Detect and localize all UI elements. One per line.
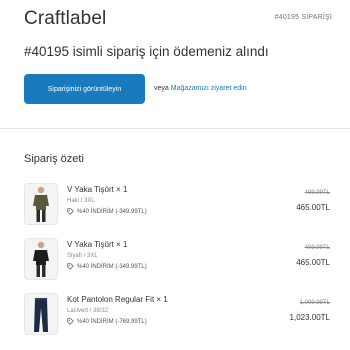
tag-icon [67,208,74,215]
view-order-button[interactable]: Siparişinizi görüntüleyin [24,74,145,104]
product-variant: Haki / 3XL [67,198,95,204]
final-price: 465.00TL [296,258,330,267]
original-price: 499.99TL [304,190,330,196]
discount-label: %40 İNDİRİM (-349.99TL) [77,263,147,270]
tag-icon [67,318,74,325]
tag-icon [67,263,74,270]
original-price: 1,099.99TL [299,300,330,306]
original-price: 499.99TL [304,245,330,251]
order-summary-title: Sipariş özeti [24,153,84,165]
final-price: 465.00TL [296,203,330,212]
alternate-action: veya Mağazamızı ziyaret edin [154,85,247,92]
tshirt-image [25,184,57,224]
view-order-button-label: Siparişinizi görüntüleyin [47,85,122,93]
jeans-image [25,294,57,334]
page-title: #40195 isimli sipariş için ödemeniz alın… [24,44,269,59]
product-name: V Yaka Tişört × 1 [67,240,128,249]
product-variant: Lacivert / 38/32 [67,308,109,314]
visit-store-link[interactable]: Mağazamızı ziyaret edin [171,85,247,92]
product-variant: Siyah / 3XL [67,253,98,259]
final-price: 1,023.00TL [289,313,330,322]
divider [0,128,350,129]
order-number: #40195 SİPARİŞİ [274,14,332,21]
tshirt-image [25,239,57,279]
product-thumbnail [24,293,58,335]
product-thumbnail [24,238,58,280]
discount-info: %40 İNDİRİM (-769.99TL) [67,318,147,325]
or-text: veya [154,85,169,92]
product-name: V Yaka Tişört × 1 [67,185,128,194]
discount-info: %40 İNDİRİM (-349.99TL) [67,263,147,270]
order-item: Kot Pantolon Regular Fit × 1 Lacivert / … [24,293,330,339]
discount-info: %40 İNDİRİM (-349.99TL) [67,208,147,215]
discount-label: %40 İNDİRİM (-769.99TL) [77,318,147,325]
order-item: V Yaka Tişört × 1 Haki / 3XL %40 İNDİRİM… [24,183,330,229]
discount-label: %40 İNDİRİM (-349.99TL) [77,208,147,215]
header: Craftlabel #40195 SİPARİŞİ [0,0,350,34]
product-name: Kot Pantolon Regular Fit × 1 [67,295,168,304]
order-item: V Yaka Tişört × 1 Siyah / 3XL %40 İNDİRİ… [24,238,330,284]
brand-logo[interactable]: Craftlabel [24,8,106,30]
product-thumbnail [24,183,58,225]
